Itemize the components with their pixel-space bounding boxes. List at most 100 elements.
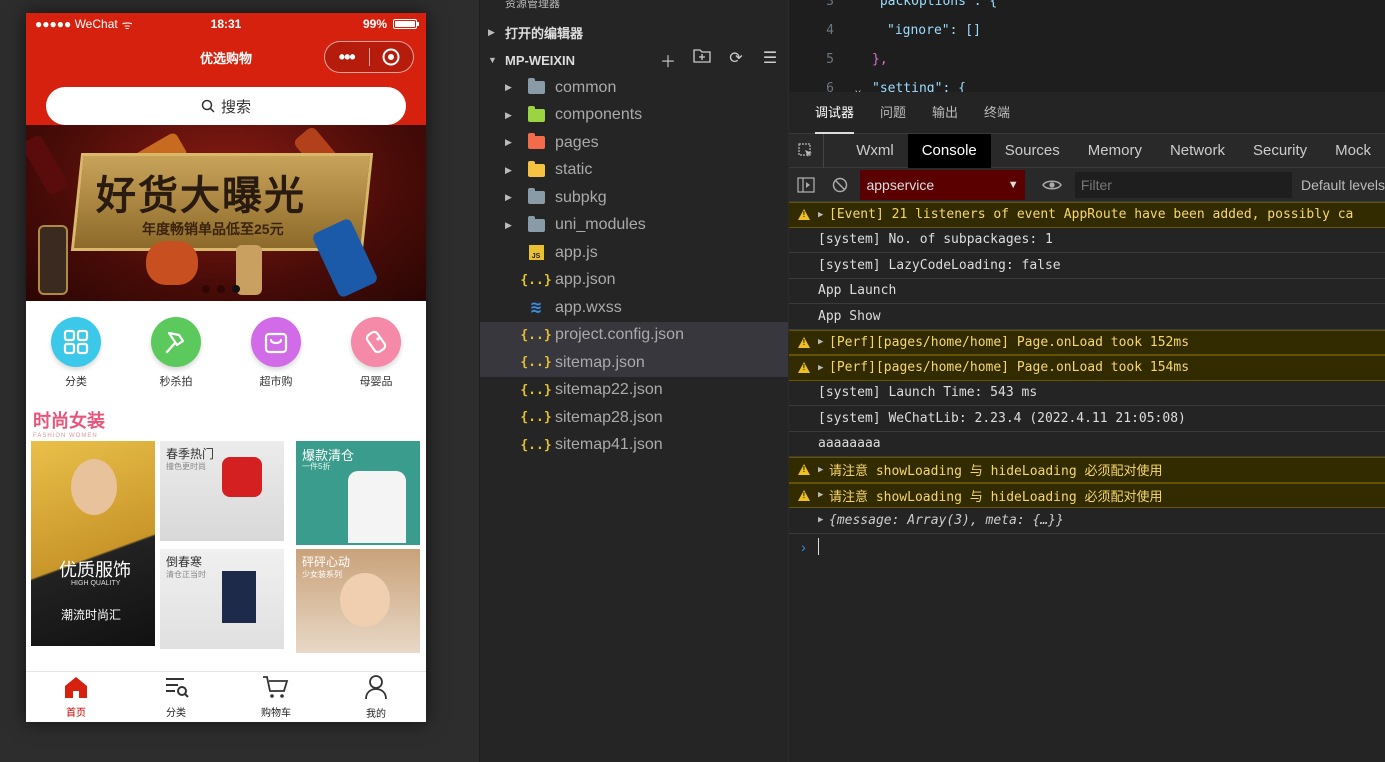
- refresh-icon[interactable]: ⟳: [726, 48, 746, 72]
- search-input[interactable]: 搜索: [46, 87, 406, 125]
- expand-triangle-icon[interactable]: ▶: [818, 490, 829, 500]
- banner-swiper[interactable]: 好货大曝光 年度畅销单品低至25元: [26, 125, 426, 301]
- clear-console-icon[interactable]: [823, 177, 857, 193]
- tab-list-search[interactable]: 分类: [126, 672, 226, 722]
- tab-home[interactable]: 首页: [26, 672, 126, 722]
- collapse-all-icon[interactable]: ☰: [760, 48, 780, 72]
- new-folder-icon[interactable]: [692, 48, 712, 72]
- tree-item-components[interactable]: ▶ components: [480, 102, 788, 130]
- tab-sources[interactable]: Sources: [991, 134, 1074, 168]
- expand-triangle-icon[interactable]: ▶: [818, 337, 829, 347]
- console-message[interactable]: ▶ {message: Array(3), meta: {…}}: [789, 508, 1385, 534]
- tile-title: 砰砰心动: [302, 555, 351, 569]
- tree-item-sitemap-json[interactable]: {..} sitemap.json: [480, 349, 788, 377]
- sidebar-toggle-icon[interactable]: [789, 176, 823, 193]
- tree-item-label: sitemap.json: [555, 353, 645, 371]
- prompt-chevron-icon: ›: [801, 538, 806, 555]
- tree-item-sitemap22-json[interactable]: {..} sitemap22.json: [480, 377, 788, 405]
- console-message: [system] Launch Time: 543 ms: [789, 381, 1385, 406]
- tab-wxml[interactable]: Wxml: [842, 134, 908, 168]
- console-message[interactable]: ▶[Event] 21 listeners of event AppRoute …: [789, 202, 1385, 228]
- swiper-dots[interactable]: [202, 285, 240, 293]
- file-explorer: 资源管理器 ▶ 打开的编辑器 ▼ MP-WEIXIN ＋ ⟳ ☰ ▶ common…: [479, 0, 788, 762]
- new-file-icon[interactable]: ＋: [658, 48, 678, 72]
- console-message-text: [system] WeChatLib: 2.23.4 (2022.4.11 21…: [818, 410, 1186, 426]
- tree-item-app-wxss[interactable]: ≋ app.wxss: [480, 294, 788, 322]
- console-message-text: aaaaaaaa: [818, 436, 881, 452]
- tab-console[interactable]: Console: [907, 133, 991, 168]
- console-message[interactable]: ▶[Perf][pages/home/home] Page.onLoad too…: [789, 355, 1385, 381]
- log-levels-select[interactable]: Default levels: [1301, 177, 1385, 193]
- code-editor[interactable]: 3 "packOptions": { 4 "ignore": [] 5 }, 6…: [789, 0, 1385, 92]
- folder-icon: [523, 133, 549, 150]
- debugger-tabs: 调试器 问题 输出 终端: [789, 92, 1385, 134]
- tree-item-subpkg[interactable]: ▶ subpkg: [480, 184, 788, 212]
- context-select[interactable]: appservice ▼: [860, 169, 1025, 200]
- close-mini-program-icon[interactable]: [370, 48, 414, 66]
- tab-terminal[interactable]: 终端: [984, 92, 1010, 134]
- tree-item-uni_modules[interactable]: ▶ uni_modules: [480, 212, 788, 240]
- tree-item-label: sitemap28.json: [555, 408, 663, 426]
- fold-chevron-icon[interactable]: ⌄: [844, 82, 872, 93]
- expand-triangle-icon[interactable]: ▶: [818, 515, 829, 525]
- tree-item-project-config-json[interactable]: {..} project.config.json: [480, 321, 788, 349]
- tree-item-app-json[interactable]: {..} app.json: [480, 267, 788, 295]
- floor-title-en: FASHION WOMEN: [33, 433, 98, 439]
- tree-item-app-js[interactable]: JS app.js: [480, 239, 788, 267]
- main-tile-caption: 潮流时尚汇: [61, 608, 122, 622]
- console-prompt[interactable]: ›: [789, 534, 1385, 560]
- tree-item-sitemap28-json[interactable]: {..} sitemap28.json: [480, 404, 788, 432]
- line-number: 5: [826, 52, 834, 67]
- tab-debugger[interactable]: 调试器: [815, 92, 855, 134]
- expand-triangle-icon[interactable]: ▶: [818, 465, 829, 475]
- floor-main-tile[interactable]: 优质服饰 HIGH QUALITY 潮流时尚汇: [31, 441, 155, 646]
- category-item[interactable]: 秒杀拍: [151, 317, 201, 389]
- console-message[interactable]: ▶请注意 showLoading 与 hideLoading 必须配对使用: [789, 457, 1385, 483]
- tree-item-common[interactable]: ▶ common: [480, 74, 788, 102]
- swiper-dot[interactable]: [217, 285, 225, 293]
- category-item[interactable]: 超市购: [251, 317, 301, 389]
- tree-item-static[interactable]: ▶ static: [480, 157, 788, 185]
- json-file-icon: {..}: [520, 410, 552, 426]
- baby-bottle-icon: [351, 317, 401, 367]
- expand-triangle-icon[interactable]: ▶: [818, 363, 829, 373]
- inspect-element-icon[interactable]: [789, 133, 825, 168]
- category-item[interactable]: 分类: [51, 317, 101, 389]
- tree-item-sitemap41-json[interactable]: {..} sitemap41.json: [480, 432, 788, 460]
- tab-network[interactable]: Network: [1156, 134, 1239, 168]
- nav-bar: 优选购物 •••: [26, 35, 426, 79]
- tree-item-pages[interactable]: ▶ pages: [480, 129, 788, 157]
- tab-memory[interactable]: Memory: [1074, 134, 1156, 168]
- tab-problems[interactable]: 问题: [880, 92, 906, 134]
- console-message: App Launch: [789, 279, 1385, 304]
- swiper-dot[interactable]: [202, 285, 210, 293]
- tab-bar: 首页 分类 购物车 我的: [26, 671, 426, 722]
- battery-icon: [393, 19, 419, 29]
- floor-tile[interactable]: 砰砰心动 少女装系列: [296, 549, 420, 653]
- tab-user[interactable]: 我的: [326, 672, 426, 722]
- json-file-icon: {..}: [520, 272, 552, 288]
- eye-icon[interactable]: [1035, 179, 1069, 191]
- console-message[interactable]: ▶请注意 showLoading 与 hideLoading 必须配对使用: [789, 482, 1385, 508]
- project-section[interactable]: ▼ MP-WEIXIN ＋ ⟳ ☰: [480, 46, 788, 74]
- console-message-text: [system] LazyCodeLoading: false: [818, 257, 1061, 273]
- code-text: "setting": {: [872, 81, 966, 92]
- tab-cart[interactable]: 购物车: [226, 672, 326, 722]
- floor-tile[interactable]: 春季热门 撞色更时尚: [160, 441, 284, 541]
- tab-security[interactable]: Security: [1239, 134, 1321, 168]
- folder-icon: [523, 215, 549, 232]
- json-file-icon: {..}: [520, 437, 552, 453]
- tab-mock[interactable]: Mock: [1321, 134, 1385, 168]
- open-editors-section[interactable]: ▶ 打开的编辑器: [480, 18, 788, 46]
- expand-triangle-icon[interactable]: ▶: [818, 210, 829, 220]
- category-item[interactable]: 母婴品: [351, 317, 401, 389]
- floor-tile[interactable]: 倒春寒 清仓正当时: [160, 549, 284, 649]
- swiper-dot[interactable]: [232, 285, 240, 293]
- tab-output[interactable]: 输出: [932, 92, 958, 134]
- filter-input[interactable]: Filter: [1074, 171, 1292, 198]
- more-icon[interactable]: •••: [325, 48, 369, 66]
- floor-tile[interactable]: 爆款清仓 一件5折: [296, 441, 420, 545]
- console-message[interactable]: ▶[Perf][pages/home/home] Page.onLoad too…: [789, 329, 1385, 355]
- menu-capsule[interactable]: •••: [324, 41, 414, 73]
- tile-subtitle: 一件5折: [302, 462, 331, 471]
